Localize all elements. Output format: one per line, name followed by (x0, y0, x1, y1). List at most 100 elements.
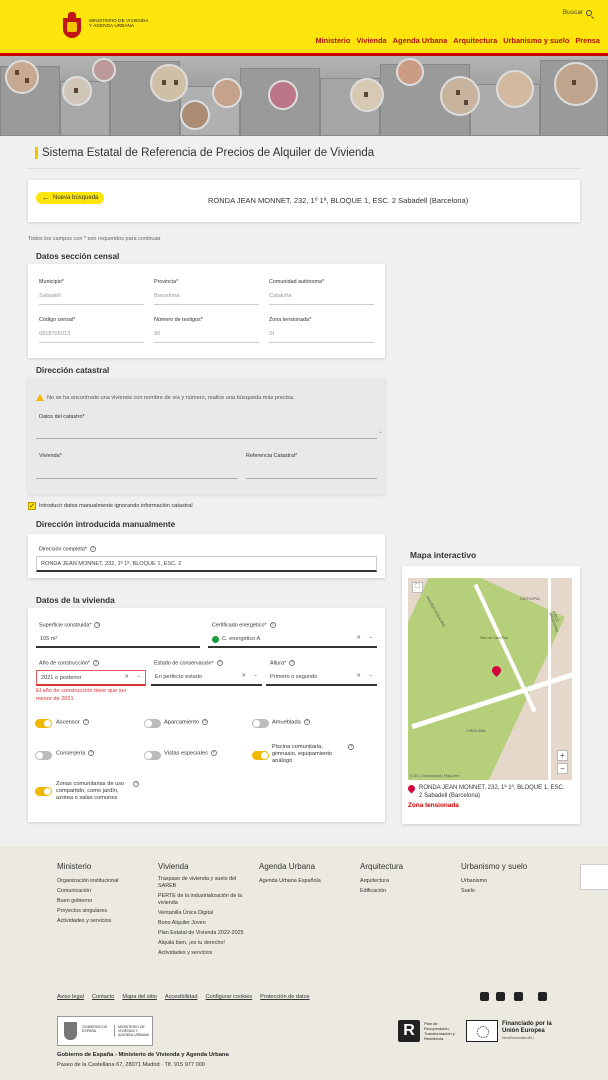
aparcamiento-label: Aparcamiento? (164, 719, 209, 726)
help-icon[interactable]: ? (210, 750, 217, 756)
government-logo[interactable]: GOBIERNO DE ESPAÑA MINISTERIO DE VIVIEND… (57, 1016, 153, 1046)
logo-text: MINISTERIO DE VIVIENDA Y AGENDA URBANA (89, 18, 149, 28)
clear-icon[interactable]: ✕ (124, 674, 129, 680)
footer-link[interactable]: Ventanilla Única Digital (158, 910, 254, 917)
help-icon[interactable]: ? (269, 622, 276, 628)
checkmark-icon: ✓ (28, 502, 36, 510)
altura-select[interactable]: Primero o segundo ✕ ⌄ (266, 670, 377, 686)
anio-label: Año de construcción*? (39, 660, 99, 667)
clear-icon[interactable]: ✕ (241, 673, 246, 679)
footer-link[interactable]: Actividades y servicios (158, 950, 254, 957)
clear-icon[interactable]: ✕ (356, 673, 361, 679)
help-icon[interactable]: ? (82, 719, 89, 725)
twitter-icon[interactable] (480, 992, 489, 1001)
footer-link[interactable]: Suelo (461, 886, 527, 896)
vivienda-select[interactable] (36, 478, 238, 479)
estado-select[interactable]: En perfecto estado ✕ ⌄ (151, 670, 262, 686)
search-button[interactable]: Buscar (563, 9, 592, 16)
anio-select[interactable]: 2021 o posterior ✕ ⌄ (36, 670, 146, 686)
mapa-sitio-link[interactable]: Mapa del sitio (122, 994, 157, 1000)
selected-address: RONDA JEAN MONNET, 232, 1º 1ª, BLOQUE 1,… (208, 196, 469, 205)
footer-heading[interactable]: Urbanismo y suelo (461, 862, 527, 872)
help-icon[interactable]: ? (216, 660, 223, 666)
prtr-icon: R (398, 1020, 420, 1042)
nav-prensa[interactable]: Prensa (575, 36, 600, 45)
footer-link[interactable]: Bono Alquiler Joven (158, 920, 254, 927)
chevron-down-icon[interactable]: ⌄ (253, 672, 258, 678)
footer-heading[interactable]: Ministerio (57, 862, 118, 872)
youtube-icon[interactable] (496, 992, 505, 1001)
chevron-down-icon[interactable]: ⌄ (368, 634, 373, 640)
help-icon[interactable]: ? (133, 781, 139, 787)
footer-link[interactable]: Comunicación (57, 886, 118, 896)
instagram-icon[interactable] (514, 992, 523, 1001)
footer-link[interactable]: Arquitectura (360, 876, 403, 886)
footer-heading[interactable]: Agenda Urbana (259, 862, 321, 872)
footer-heading[interactable]: Arquitectura (360, 862, 403, 872)
fullscreen-icon[interactable]: ⛶ (412, 582, 423, 593)
interactive-map[interactable]: PASSEIG ROSA BRÖ C/ETIOPIA CALLE ARGENTI… (408, 578, 572, 780)
nav-arquitectura[interactable]: Arquitectura (453, 36, 497, 45)
help-icon[interactable]: ? (303, 719, 310, 725)
feedback-icon[interactable] (538, 992, 547, 1001)
manual-entry-checkbox[interactable]: ✓ Introducir datos manualmente ignorando… (28, 502, 193, 510)
eu-funding-logo[interactable]: Financiado por la Unión Europea NextGener… (466, 1020, 560, 1042)
municipio-label: Municipio* (39, 279, 64, 285)
help-icon[interactable]: ? (202, 719, 209, 725)
footer-link[interactable]: Proyectos singulares (57, 906, 118, 916)
nav-urbanismo[interactable]: Urbanismo y suelo (503, 36, 569, 45)
divider (28, 168, 580, 169)
zoom-out-button[interactable]: − (557, 763, 568, 774)
section-title-catastral: Dirección catastral (36, 366, 110, 375)
conserjeria-toggle[interactable] (35, 751, 52, 760)
footer-heading[interactable]: Vivienda (158, 862, 254, 872)
aviso-legal-link[interactable]: Aviso legal (57, 994, 84, 1000)
help-icon[interactable]: ? (92, 660, 99, 666)
piscina-toggle[interactable] (252, 751, 269, 760)
footer-link[interactable]: PERTE de la industrialización de la vivi… (158, 893, 254, 907)
ministry-logo[interactable]: MINISTERIO DE VIVIENDA Y AGENDA URBANA (58, 12, 149, 42)
proteccion-datos-link[interactable]: Protección de datos (260, 994, 309, 1000)
footer-link[interactable]: Plan Estatal de Vivienda 2022-2025 (158, 930, 254, 937)
footer-link[interactable]: Edificación (360, 886, 403, 896)
help-icon[interactable]: ? (348, 744, 354, 750)
search-icon (586, 9, 592, 16)
contacto-link[interactable]: Contacto (92, 994, 114, 1000)
chevron-down-icon[interactable]: ⌄ (136, 673, 141, 679)
aparcamiento-toggle[interactable] (144, 719, 161, 728)
help-icon[interactable]: ? (88, 750, 95, 756)
clear-icon[interactable]: ✕ (356, 635, 361, 641)
chevron-down-icon[interactable]: ⌄ (368, 672, 373, 678)
footer-link[interactable]: Buen gobierno (57, 896, 118, 906)
footer-link[interactable]: Traspaso de vivienda y suelo del SAREB (158, 876, 254, 890)
zoom-in-button[interactable]: + (557, 750, 568, 761)
nav-vivienda[interactable]: Vivienda (356, 36, 386, 45)
vistas-toggle[interactable] (144, 751, 161, 760)
superficie-input[interactable]: 105 m² (36, 632, 200, 648)
referencia-field[interactable] (246, 478, 377, 479)
footer-link[interactable]: Alquila bien, ¡es tu derecho! (158, 940, 254, 947)
zonas-comunitarias-toggle[interactable] (35, 787, 52, 796)
nav-ministerio[interactable]: Ministerio (315, 36, 350, 45)
footer-link[interactable]: Actividades y servicios (57, 916, 118, 926)
accesibilidad-link[interactable]: Accesibilidad (165, 994, 198, 1000)
help-icon[interactable]: ? (89, 546, 96, 552)
new-search-button[interactable]: ← Nueva búsqueda (36, 192, 105, 204)
ascensor-label: Ascensor? (56, 719, 89, 726)
nav-agenda-urbana[interactable]: Agenda Urbana (393, 36, 448, 45)
footer-col-urbanismo: Urbanismo y suelo Urbanismo Suelo (461, 862, 527, 896)
footer-link[interactable]: Agenda Urbana Española (259, 876, 321, 886)
amueblada-toggle[interactable] (252, 719, 269, 728)
certificado-select[interactable]: C. energético A ✕ ⌄ (208, 632, 377, 648)
ascensor-toggle[interactable] (35, 719, 52, 728)
help-icon[interactable]: ? (289, 660, 296, 666)
recaptcha-badge[interactable] (580, 864, 608, 890)
footer-link[interactable]: Organización institucional (57, 876, 118, 886)
prtr-logo[interactable]: R Plan de Recuperación, Transformación y… (398, 1020, 458, 1042)
catastro-select[interactable] (36, 438, 377, 439)
direccion-completa-input[interactable]: RONDA JEAN MONNET, 232, 1º 1ª, BLOQUE 1,… (36, 556, 377, 572)
help-icon[interactable]: ? (94, 622, 101, 628)
direccion-completa-label: Dirección completa*? (39, 546, 96, 553)
cookies-link[interactable]: Configurar cookies (206, 994, 253, 1000)
footer-link[interactable]: Urbanismo (461, 876, 527, 886)
